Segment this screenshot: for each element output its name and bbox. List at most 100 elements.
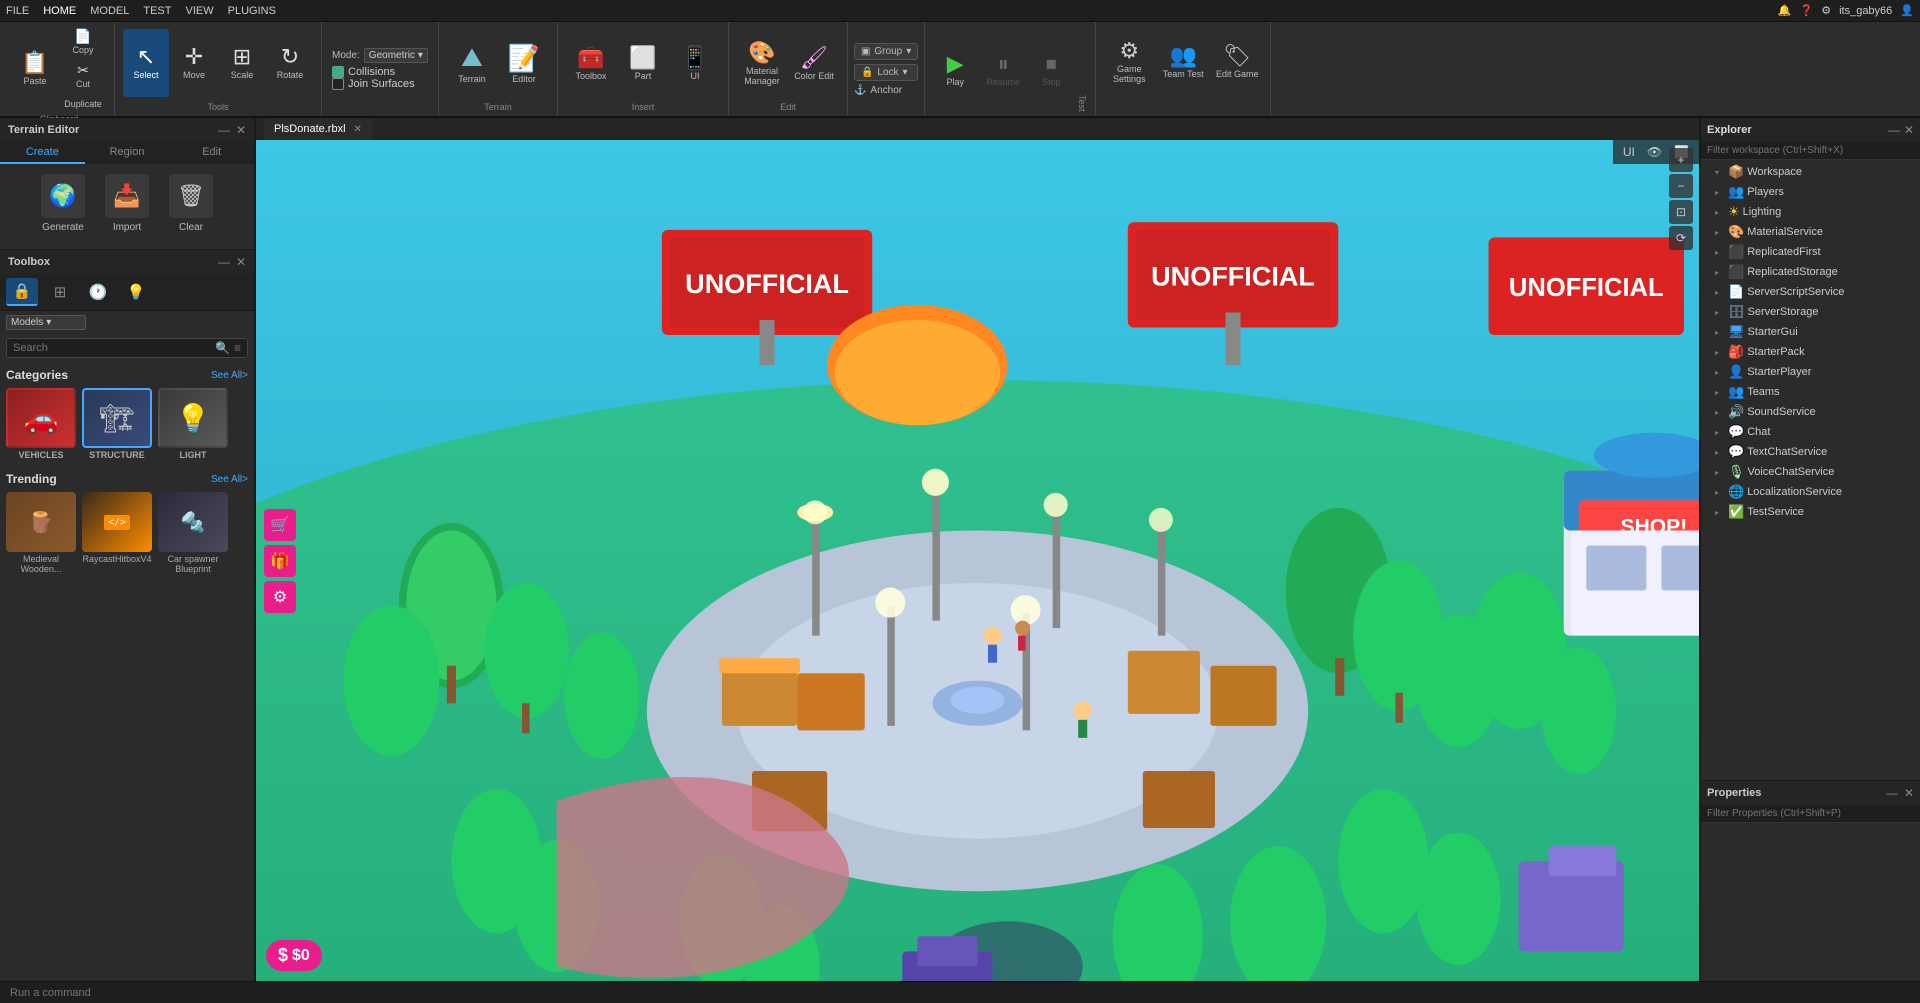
- collisions-checkbox[interactable]: Collisions: [332, 66, 428, 78]
- viewport[interactable]: UI 👁 ⬜: [256, 140, 1699, 981]
- material-manager-button[interactable]: 🎨 Material Manager: [737, 28, 787, 98]
- tree-item-lighting[interactable]: ☀ Lighting: [1701, 202, 1920, 222]
- category-structure[interactable]: 🏗 STRUCTURE: [82, 388, 152, 460]
- viewport-ui-btn[interactable]: UI: [1619, 143, 1639, 161]
- tree-item-starter-player[interactable]: 👤 StarterPlayer: [1701, 362, 1920, 382]
- right-divider[interactable]: [1699, 118, 1700, 981]
- toolbox-collapse-icon[interactable]: —: [218, 255, 230, 269]
- trending-raycast[interactable]: </> RaycastHitboxV4: [82, 492, 152, 574]
- viewport-gift-button[interactable]: 🎁: [264, 545, 296, 577]
- viewport-cart-button[interactable]: 🛒: [264, 509, 296, 541]
- team-test-button[interactable]: 👥 Team Test: [1158, 26, 1208, 96]
- terrain-button[interactable]: ⛰ Terrain: [447, 28, 497, 98]
- properties-collapse-icon[interactable]: —: [1886, 786, 1898, 800]
- viewport-nav-btn3[interactable]: ⊡: [1669, 200, 1693, 224]
- toolbox-tab-grid[interactable]: ⊞: [44, 278, 76, 306]
- lock-button[interactable]: 🔒 Lock ▾: [854, 64, 918, 81]
- help-icon[interactable]: ❓: [1800, 4, 1814, 17]
- viewport-settings-button[interactable]: ⚙: [264, 581, 296, 613]
- tree-item-workspace[interactable]: 📦 Workspace: [1701, 162, 1920, 182]
- menu-item-test[interactable]: TEST: [143, 5, 171, 17]
- terrain-editor-close-icon[interactable]: ✕: [236, 123, 246, 137]
- explorer-close-icon[interactable]: ✕: [1904, 123, 1914, 137]
- edit-game-button[interactable]: 🏷 Edit Game: [1212, 26, 1262, 96]
- duplicate-button[interactable]: Duplicate: [60, 94, 106, 112]
- menu-item-view[interactable]: VIEW: [185, 5, 213, 17]
- toolbox-tab-bulb[interactable]: 💡: [120, 278, 152, 306]
- categories-see-all[interactable]: See All>: [211, 370, 248, 381]
- menu-item-home[interactable]: HOME: [43, 5, 76, 17]
- clear-action[interactable]: 🗑 Clear: [169, 174, 213, 233]
- toolbox-search-input[interactable]: [13, 342, 215, 354]
- terrain-tab-create[interactable]: Create: [0, 142, 85, 164]
- select-button[interactable]: ↖ Select: [123, 29, 169, 97]
- cut-button[interactable]: ✂ Cut: [60, 60, 106, 92]
- toolbox-close-icon[interactable]: ✕: [236, 255, 246, 269]
- tree-item-starter-pack[interactable]: 🎒 StarterPack: [1701, 342, 1920, 362]
- command-input[interactable]: [10, 987, 1910, 999]
- part-button[interactable]: ⬜ Part: [618, 28, 668, 98]
- viewport-zoom-in-button[interactable]: +: [1669, 148, 1693, 172]
- ui-button[interactable]: 📱 UI: [670, 28, 720, 98]
- group-button[interactable]: ▣ Group ▾: [854, 43, 918, 60]
- terrain-tab-edit[interactable]: Edit: [169, 142, 254, 164]
- tree-item-starter-gui[interactable]: 🖥 StarterGui: [1701, 322, 1920, 342]
- toolbox-tab-clock[interactable]: 🕐: [82, 278, 114, 306]
- move-button[interactable]: ✛ Move: [171, 29, 217, 97]
- editor-button[interactable]: 📝 Editor: [499, 28, 549, 98]
- game-settings-button[interactable]: ⚙ Game Settings: [1104, 26, 1154, 96]
- explorer-search-input[interactable]: [1707, 145, 1914, 156]
- category-vehicles[interactable]: 🚗 VEHICLES: [6, 388, 76, 460]
- scale-button[interactable]: ⊞ Scale: [219, 29, 265, 97]
- menu-item-file[interactable]: FILE: [6, 5, 29, 17]
- play-button[interactable]: ▶ Play: [933, 34, 977, 104]
- toolbox-models-dropdown[interactable]: Models ▾: [6, 315, 86, 330]
- settings-icon[interactable]: ⚙: [1821, 4, 1831, 17]
- properties-search-input[interactable]: [1707, 808, 1914, 819]
- terrain-tab-region[interactable]: Region: [85, 142, 170, 164]
- viewport-zoom-out-button[interactable]: −: [1669, 174, 1693, 198]
- toolbox-tab-lock[interactable]: 🔒: [6, 278, 38, 306]
- menu-item-plugins[interactable]: PLUGINS: [228, 5, 276, 17]
- explorer-collapse-icon[interactable]: —: [1888, 123, 1900, 137]
- anchor-button[interactable]: ⚓ Anchor: [854, 85, 918, 96]
- trending-car-spawner[interactable]: 🔩 Car spawner Blueprint: [158, 492, 228, 574]
- category-light[interactable]: 💡 LIGHT: [158, 388, 228, 460]
- tree-item-voice-chat[interactable]: 🎙 VoiceChatService: [1701, 462, 1920, 482]
- tree-item-teams[interactable]: 👥 Teams: [1701, 382, 1920, 402]
- join-surfaces-checkbox[interactable]: Join Surfaces: [332, 78, 428, 90]
- viewport-tab-main[interactable]: PlsDonate.rbxl ✕: [264, 118, 372, 140]
- notification-icon[interactable]: 🔔: [1778, 4, 1792, 17]
- tree-item-server-script[interactable]: 📄 ServerScriptService: [1701, 282, 1920, 302]
- tree-item-players[interactable]: 👥 Players: [1701, 182, 1920, 202]
- tree-item-replicated-first[interactable]: ⬛ ReplicatedFirst: [1701, 242, 1920, 262]
- viewport-tab-label: PlsDonate.rbxl: [274, 123, 346, 135]
- resume-button[interactable]: ⏸ Resume: [981, 34, 1025, 104]
- generate-action[interactable]: 🌍 Generate: [41, 174, 85, 233]
- rotate-button[interactable]: ↻ Rotate: [267, 29, 313, 97]
- trending-medieval[interactable]: 🪵 Medieval Wooden...: [6, 492, 76, 574]
- import-action[interactable]: 📥 Import: [105, 174, 149, 233]
- copy-button[interactable]: 📄 Copy: [60, 26, 106, 58]
- tree-item-sound-service[interactable]: 🔊 SoundService: [1701, 402, 1920, 422]
- viewport-nav-btn4[interactable]: ⟳: [1669, 226, 1693, 250]
- stop-button[interactable]: ⏹ Stop: [1029, 34, 1073, 104]
- trending-see-all[interactable]: See All>: [211, 474, 248, 485]
- properties-close-icon[interactable]: ✕: [1904, 786, 1914, 800]
- toolbox-button[interactable]: 🧰 Toolbox: [566, 28, 616, 98]
- terrain-editor-collapse-icon[interactable]: —: [218, 123, 230, 137]
- tree-item-server-storage[interactable]: 🗄 ServerStorage: [1701, 302, 1920, 322]
- mode-dropdown[interactable]: Geometric ▾: [364, 48, 428, 63]
- paste-button[interactable]: 📋 Paste: [12, 35, 58, 103]
- color-edit-button[interactable]: 🖌 Color Edit: [789, 28, 839, 98]
- menu-item-model[interactable]: MODEL: [90, 5, 129, 17]
- tree-item-test-service[interactable]: ✅ TestService: [1701, 502, 1920, 522]
- tree-item-material-service[interactable]: 🎨 MaterialService: [1701, 222, 1920, 242]
- tree-item-localization[interactable]: 🌐 LocalizationService: [1701, 482, 1920, 502]
- viewport-tab-close-icon[interactable]: ✕: [354, 124, 362, 135]
- viewport-eye-icon[interactable]: 👁: [1643, 143, 1666, 161]
- tree-item-chat[interactable]: 💬 Chat: [1701, 422, 1920, 442]
- replicated-storage-arrow-icon: [1715, 268, 1725, 277]
- tree-item-replicated-storage[interactable]: ⬛ ReplicatedStorage: [1701, 262, 1920, 282]
- tree-item-text-chat[interactable]: 💬 TextChatService: [1701, 442, 1920, 462]
